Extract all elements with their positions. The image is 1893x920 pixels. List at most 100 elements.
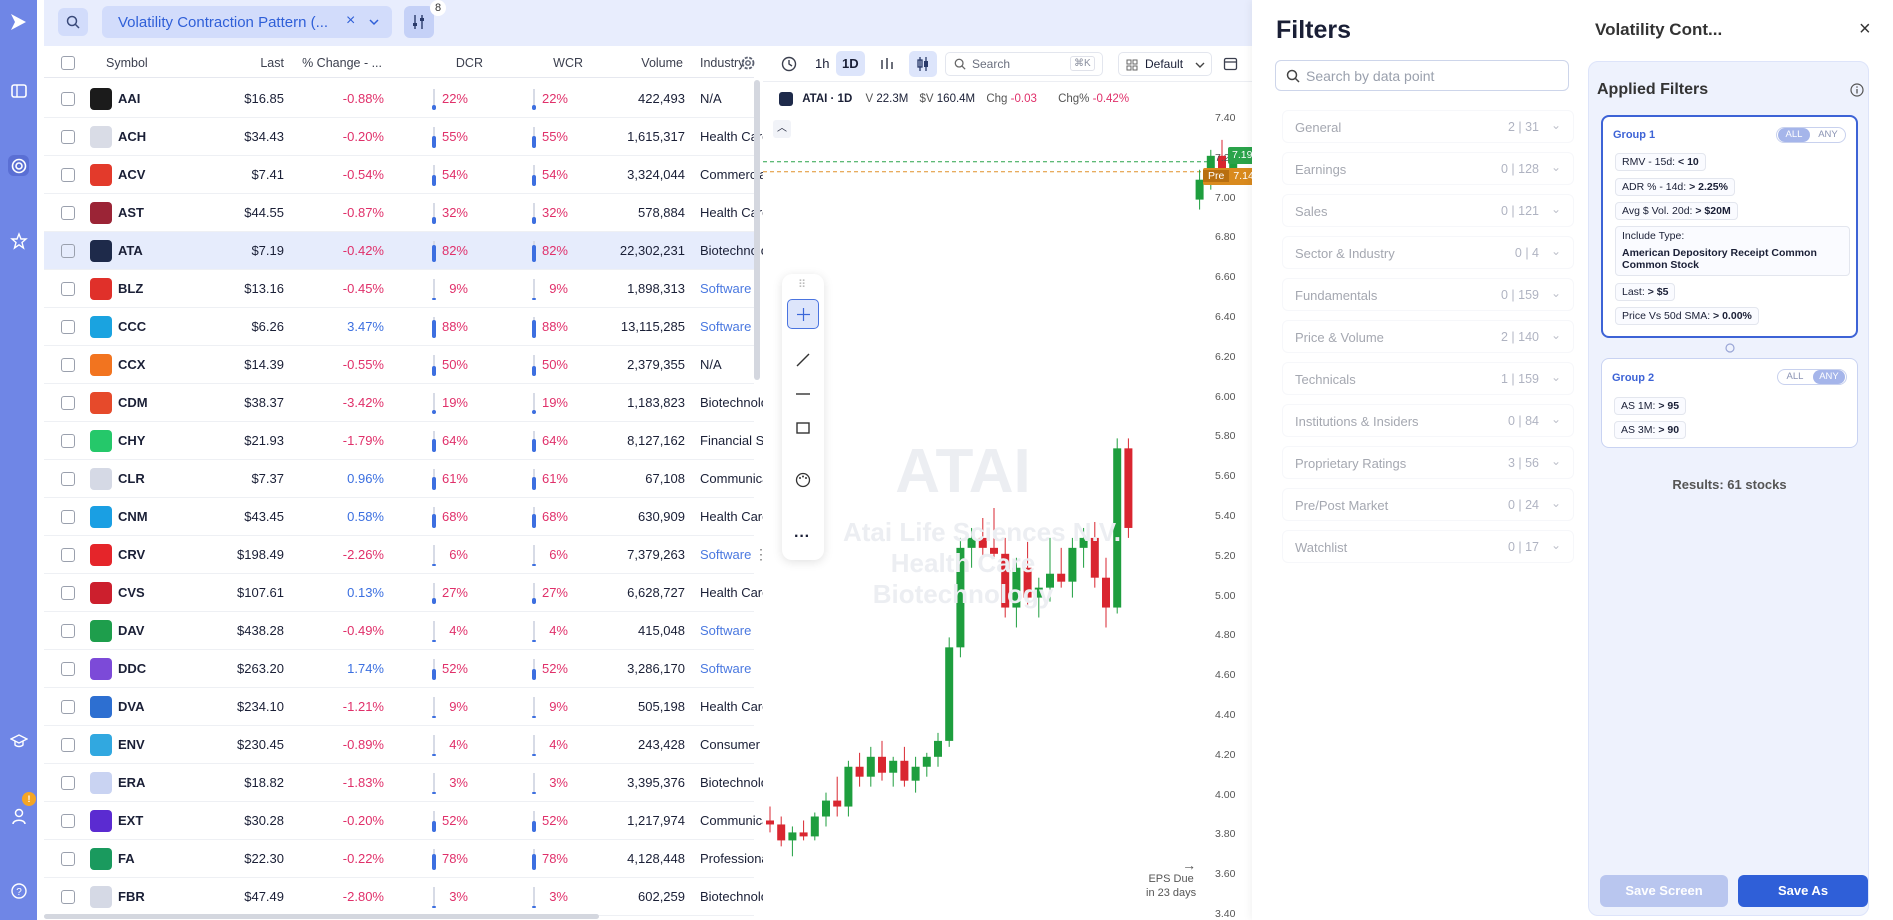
row-checkbox[interactable] bbox=[61, 434, 75, 448]
filter-group-2[interactable]: Group 2 ALL ANY AS 1M: > 95 AS 3M: > 90 bbox=[1601, 358, 1858, 448]
table-row[interactable]: BLZ $13.16 -0.45% 9% 9% 1,898,313 Software bbox=[44, 270, 754, 308]
table-row[interactable]: CRV $198.49 -2.26% 6% 6% 7,379,263 Software bbox=[44, 536, 754, 574]
crosshair-tool[interactable] bbox=[787, 299, 819, 329]
col-symbol[interactable]: Symbol bbox=[106, 56, 148, 70]
row-checkbox[interactable] bbox=[61, 814, 75, 828]
row-checkbox[interactable] bbox=[61, 320, 75, 334]
row-checkbox[interactable] bbox=[61, 510, 75, 524]
row-checkbox[interactable] bbox=[61, 206, 75, 220]
col-volume[interactable]: Volume bbox=[604, 56, 683, 70]
row-checkbox[interactable] bbox=[61, 244, 75, 258]
panel-resize-handle[interactable]: ⋮ bbox=[754, 546, 768, 563]
as1m-filter-chip[interactable]: AS 1M: > 95 bbox=[1614, 397, 1687, 415]
table-row[interactable]: ERA $18.82 -1.83% 3% 3% 3,395,376 Biotechnolog… bbox=[44, 764, 782, 802]
user-icon[interactable] bbox=[8, 805, 29, 826]
search-button[interactable] bbox=[58, 8, 88, 36]
select-all-checkbox[interactable] bbox=[61, 56, 75, 70]
filter-category[interactable]: General 2 | 31 ⌄ bbox=[1282, 110, 1574, 143]
row-checkbox[interactable] bbox=[61, 852, 75, 866]
graduation-cap-icon[interactable] bbox=[8, 730, 29, 751]
table-vscrollbar[interactable] bbox=[754, 80, 760, 380]
group1-all-any-toggle[interactable]: ALL ANY bbox=[1776, 127, 1846, 143]
last-filter-chip[interactable]: Last: > $5 bbox=[1615, 283, 1676, 301]
more-icon[interactable]: ··· bbox=[794, 528, 810, 546]
row-checkbox[interactable] bbox=[61, 168, 75, 182]
palette-icon[interactable] bbox=[795, 472, 811, 488]
rectangle-icon[interactable] bbox=[795, 420, 811, 436]
col-dcr[interactable]: DCR bbox=[414, 56, 483, 70]
row-checkbox[interactable] bbox=[61, 624, 75, 638]
table-row[interactable]: EXT $30.28 -0.20% 52% 52% 1,217,974 Communicat… bbox=[44, 802, 782, 840]
table-row[interactable]: DAV $438.28 -0.49% 4% 4% 415,048 Software bbox=[44, 612, 754, 650]
avg-vol-filter-chip[interactable]: Avg $ Vol. 20d: > $20M bbox=[1615, 202, 1738, 220]
table-row[interactable]: DDC $263.20 1.74% 52% 52% 3,286,170 Software bbox=[44, 650, 754, 688]
include-type-chip[interactable]: Include Type: American Depository Receip… bbox=[1615, 226, 1850, 276]
table-row[interactable]: CCX $14.39 -0.55% 50% 50% 2,379,355 N/A bbox=[44, 346, 754, 384]
row-checkbox[interactable] bbox=[61, 130, 75, 144]
filter-category[interactable]: Sales 0 | 121 ⌄ bbox=[1282, 194, 1574, 227]
group1-all[interactable]: ALL bbox=[1778, 128, 1810, 142]
table-hscrollbar[interactable] bbox=[44, 914, 599, 919]
rmv-filter-chip[interactable]: RMV - 15d: < 10 bbox=[1615, 153, 1706, 171]
group2-all[interactable]: ALL bbox=[1779, 370, 1811, 384]
table-row[interactable]: ENV $230.45 -0.89% 4% 4% 243,428 Consumer Fi..… bbox=[44, 726, 782, 764]
table-row[interactable]: AST $44.55 -0.87% 32% 32% 578,884 Health Care … bbox=[44, 194, 782, 232]
screen-selector[interactable]: Volatility Contraction Pattern (... × bbox=[102, 6, 392, 38]
filter-group-1[interactable]: Group 1 ALL ANY RMV - 15d: < 10 ADR % - 1… bbox=[1601, 115, 1858, 338]
row-checkbox[interactable] bbox=[61, 700, 75, 714]
table-row[interactable]: CVS $107.61 0.13% 27% 27% 6,628,727 Health Car… bbox=[44, 574, 782, 612]
table-row[interactable]: DVA $234.10 -1.21% 9% 9% 505,198 Health Care .… bbox=[44, 688, 782, 726]
star-icon[interactable] bbox=[8, 230, 29, 251]
table-row[interactable]: CLR $7.37 0.96% 61% 61% 67,108 Communicati... bbox=[44, 460, 782, 498]
row-checkbox[interactable] bbox=[61, 358, 75, 372]
table-row[interactable]: FA $22.30 -0.22% 78% 78% 4,128,448 Professiona… bbox=[44, 840, 782, 878]
filter-category[interactable]: Technicals 1 | 159 ⌄ bbox=[1282, 362, 1574, 395]
adr-filter-chip[interactable]: ADR % - 14d: > 2.25% bbox=[1615, 178, 1735, 196]
table-row[interactable]: CDM $38.37 -3.42% 19% 19% 1,183,823 Biotechnol… bbox=[44, 384, 782, 422]
row-checkbox[interactable] bbox=[61, 738, 75, 752]
row-checkbox[interactable] bbox=[61, 662, 75, 676]
row-checkbox[interactable] bbox=[61, 92, 75, 106]
row-checkbox[interactable] bbox=[61, 586, 75, 600]
table-row[interactable]: ATA $7.19 -0.42% 82% 82% 22,302,231 Biotechnol… bbox=[44, 232, 782, 270]
drag-handle-icon[interactable]: ⠿ bbox=[798, 278, 806, 291]
screener-icon[interactable] bbox=[8, 155, 29, 176]
col-change[interactable]: % Change - ... bbox=[250, 56, 382, 70]
save-screen-button[interactable]: Save Screen bbox=[1600, 875, 1728, 907]
filter-category[interactable]: Sector & Industry 0 | 4 ⌄ bbox=[1282, 236, 1574, 269]
dashboard-icon[interactable] bbox=[8, 80, 29, 101]
chevron-down-icon[interactable] bbox=[368, 17, 380, 27]
gear-icon[interactable] bbox=[740, 55, 756, 71]
filter-category[interactable]: Watchlist 0 | 17 ⌄ bbox=[1282, 530, 1574, 563]
row-checkbox[interactable] bbox=[61, 282, 75, 296]
close-icon[interactable]: × bbox=[346, 12, 355, 30]
table-row[interactable]: FBR $47.49 -2.80% 3% 3% 602,259 Biotechnology bbox=[44, 878, 782, 916]
trend-line-icon[interactable] bbox=[795, 352, 811, 368]
close-icon[interactable]: × bbox=[1859, 18, 1871, 41]
help-icon[interactable]: ? bbox=[8, 880, 29, 901]
as3m-filter-chip[interactable]: AS 3M: > 90 bbox=[1614, 421, 1687, 439]
filter-category[interactable]: Pre/Post Market 0 | 24 ⌄ bbox=[1282, 488, 1574, 521]
group2-all-any-toggle[interactable]: ALL ANY bbox=[1777, 369, 1847, 385]
filter-category[interactable]: Price & Volume 2 | 140 ⌄ bbox=[1282, 320, 1574, 353]
row-checkbox[interactable] bbox=[61, 396, 75, 410]
save-as-button[interactable]: Save As bbox=[1738, 875, 1868, 907]
row-checkbox[interactable] bbox=[61, 472, 75, 486]
col-industry[interactable]: Industry bbox=[700, 56, 744, 70]
table-row[interactable]: ACV $7.41 -0.54% 54% 54% 3,324,044 Commercial … bbox=[44, 156, 782, 194]
row-checkbox[interactable] bbox=[61, 548, 75, 562]
row-checkbox[interactable] bbox=[61, 890, 75, 904]
filter-category[interactable]: Fundamentals 0 | 159 ⌄ bbox=[1282, 278, 1574, 311]
group2-any[interactable]: ANY bbox=[1813, 370, 1845, 384]
filter-category[interactable]: Earnings 0 | 128 ⌄ bbox=[1282, 152, 1574, 185]
filters-toggle-button[interactable] bbox=[404, 6, 434, 38]
filter-category[interactable]: Institutions & Insiders 0 | 84 ⌄ bbox=[1282, 404, 1574, 437]
sma-filter-chip[interactable]: Price Vs 50d SMA: > 0.00% bbox=[1615, 307, 1759, 325]
row-checkbox[interactable] bbox=[61, 776, 75, 790]
table-row[interactable]: AAI $16.85 -0.88% 22% 22% 422,493 N/A bbox=[44, 80, 754, 118]
info-icon[interactable] bbox=[1850, 83, 1864, 97]
app-logo-icon[interactable] bbox=[8, 12, 28, 32]
filter-search-input[interactable]: Search by data point bbox=[1275, 60, 1569, 91]
table-row[interactable]: CCC $6.26 3.47% 88% 88% 13,115,285 Software bbox=[44, 308, 754, 346]
table-row[interactable]: CNM $43.45 0.58% 68% 68% 630,909 Health Care .… bbox=[44, 498, 782, 536]
